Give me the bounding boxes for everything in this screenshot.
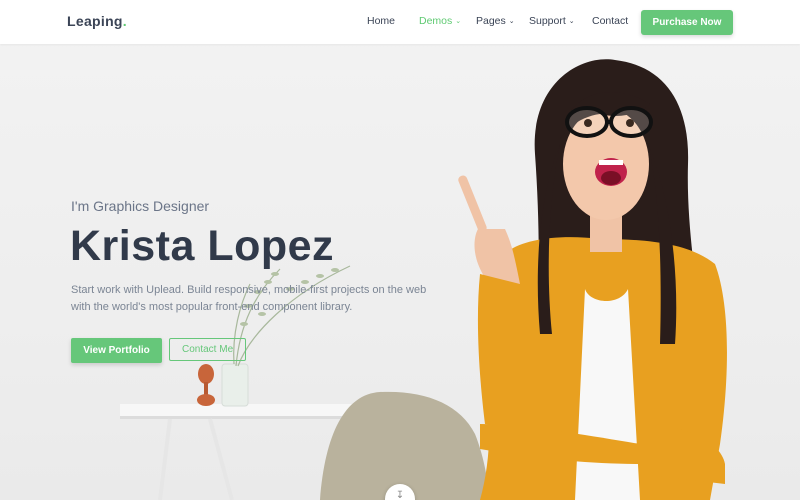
contact-me-button[interactable]: Contact Me: [169, 338, 246, 361]
vase: [221, 363, 249, 407]
desk-leg: [208, 418, 234, 500]
hero-section: I'm Graphics Designer Krista Lopez Start…: [0, 44, 800, 500]
chevron-down-icon: ⌄: [455, 17, 462, 25]
nav-contact-label: Contact: [592, 15, 629, 27]
nav-contact[interactable]: Contact: [592, 15, 628, 27]
eye: [584, 119, 592, 127]
hero-subtitle: I'm Graphics Designer: [71, 198, 210, 214]
logo-dot: .: [122, 13, 127, 29]
nav-home-label: Home: [367, 15, 396, 27]
purchase-now-button[interactable]: Purchase Now: [641, 10, 733, 35]
nav-support-label: Support: [529, 15, 566, 27]
nav-demos[interactable]: Demos ⌄: [419, 15, 461, 27]
plant-branches: [233, 265, 351, 367]
nav-home[interactable]: Home: [367, 15, 395, 27]
wood-ornament: [198, 364, 214, 384]
chevron-down-icon: ⌄: [568, 17, 575, 25]
logo-text: Leaping: [67, 13, 123, 29]
wood-ornament-base: [197, 394, 215, 406]
desk-leg: [158, 418, 172, 500]
navbar: Leaping. Home Demos ⌄ Pages ⌄ Support ⌄ Con…: [0, 0, 800, 44]
pointing-finger: [458, 175, 487, 233]
nav-demos-label: Demos: [419, 15, 453, 27]
chevron-down-icon: ⌄: [508, 17, 515, 25]
nav-pages[interactable]: Pages ⌄: [476, 15, 515, 27]
eye: [626, 119, 634, 127]
hero-illustration: [120, 59, 727, 500]
teeth: [599, 160, 623, 165]
hero-name: Krista Lopez: [70, 222, 335, 270]
mouth-inner: [601, 171, 621, 185]
hero-description: Start work with Uplead. Build responsive…: [71, 284, 427, 313]
nav-pages-label: Pages: [476, 15, 506, 27]
wood-ornament-stem: [204, 382, 208, 396]
view-portfolio-button[interactable]: View Portfolio: [71, 338, 162, 363]
nav-support[interactable]: Support ⌄: [529, 15, 575, 27]
logo[interactable]: Leaping.: [67, 13, 127, 29]
